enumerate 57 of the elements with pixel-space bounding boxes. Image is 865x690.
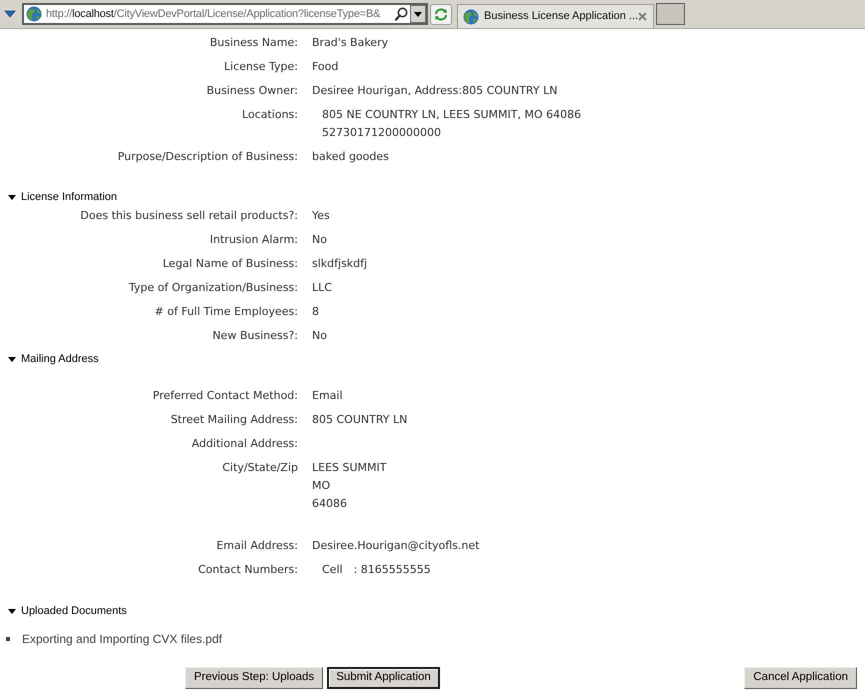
- field-value: Email: [312, 388, 343, 404]
- field-value: Food: [312, 59, 338, 75]
- field-label: Does this business sell retail products?:: [80, 209, 298, 222]
- phone-number: : 8165555555: [354, 562, 431, 578]
- globe-icon: [26, 6, 42, 22]
- field-value: MO: [312, 478, 330, 494]
- browser-tab[interactable]: Business License Application ...: [457, 4, 654, 28]
- field-label: Business Name:: [210, 36, 298, 49]
- refresh-icon: [434, 8, 448, 20]
- address-dropdown-button[interactable]: [410, 5, 426, 23]
- field-label: Contact Numbers:: [198, 563, 298, 576]
- field-value: 64086: [312, 496, 347, 512]
- field-label: Business Owner:: [206, 84, 298, 97]
- field-value: 8: [312, 304, 319, 320]
- url-text[interactable]: http://localhost/CityViewDevPortal/License/Application?licenseType=B&: [46, 5, 395, 23]
- field-value: Yes: [312, 208, 330, 224]
- globe-icon: [463, 8, 479, 24]
- field-value: No: [312, 232, 327, 248]
- previous-step-button[interactable]: Previous Step: Uploads: [185, 667, 324, 689]
- field-label: # of Full Time Employees:: [154, 305, 298, 318]
- field-label: Additional Address:: [192, 437, 298, 450]
- field-label: City/State/Zip: [222, 461, 298, 474]
- field-label: Purpose/Description of Business:: [118, 150, 298, 163]
- cancel-button[interactable]: Cancel Application: [744, 667, 857, 689]
- field-value: Desiree.Hourigan@cityofls.net: [312, 538, 480, 554]
- field-label: Street Mailing Address:: [170, 413, 298, 426]
- field-label: License Type:: [224, 60, 298, 73]
- field-label: Legal Name of Business:: [162, 257, 298, 270]
- field-label: Preferred Contact Method:: [152, 389, 298, 402]
- section-heading[interactable]: Mailing Address: [0, 352, 99, 366]
- section-heading[interactable]: Uploaded Documents: [0, 604, 127, 618]
- field-value: LEES SUMMIT: [312, 460, 386, 476]
- field-label: Type of Organization/Business:: [128, 281, 298, 294]
- address-field[interactable]: http://localhost/CityViewDevPortal/License/Application?licenseType=B&: [22, 3, 428, 25]
- field-label: Intrusion Alarm:: [210, 233, 298, 246]
- field-label: New Business?:: [212, 329, 298, 342]
- caret-icon: [414, 12, 422, 16]
- submit-button[interactable]: Submit Application: [327, 667, 440, 689]
- document-name: Exporting and Importing CVX files.pdf: [22, 631, 222, 647]
- search-icon[interactable]: [395, 7, 408, 21]
- section-heading[interactable]: License Information: [0, 190, 117, 204]
- field-label: Email Address:: [216, 539, 298, 552]
- field-value: Brad's Bakery: [312, 35, 388, 51]
- field-value: slkdfjskdfj: [312, 256, 368, 272]
- field-value: 52730171200000000: [322, 125, 441, 141]
- field-value: 805 COUNTRY LN: [312, 412, 408, 428]
- close-icon[interactable]: [638, 12, 647, 21]
- bullet-icon: [6, 637, 10, 641]
- field-value: 805 NE COUNTRY LN, LEES SUMMIT, MO 64086: [322, 107, 582, 123]
- field-value: Desiree Hourigan, Address:805 COUNTRY LN: [312, 83, 558, 99]
- field-label: Locations:: [242, 108, 298, 121]
- field-value: baked goodes: [312, 149, 389, 165]
- field-value: LLC: [312, 280, 332, 296]
- field-value: No: [312, 328, 327, 344]
- dropdown-caret-icon[interactable]: [4, 10, 16, 18]
- phone-type: Cell: [322, 562, 343, 578]
- new-tab-button[interactable]: [656, 3, 685, 25]
